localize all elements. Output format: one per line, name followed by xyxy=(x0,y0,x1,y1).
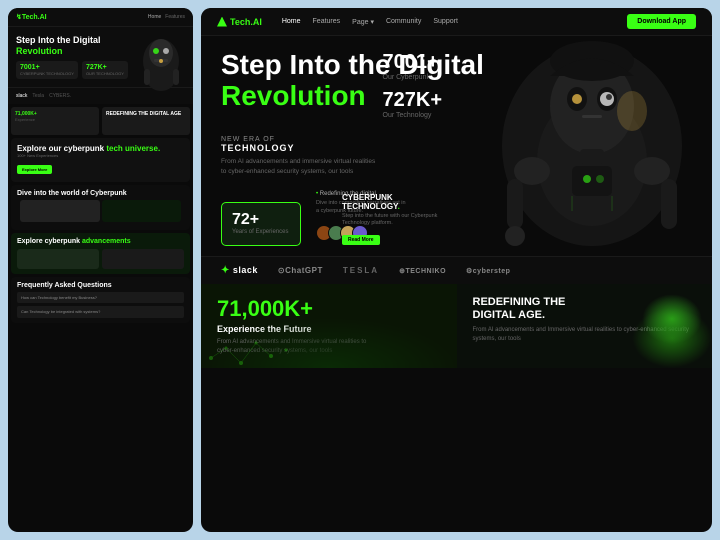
mobile-faq-item-1: How can Technology benefit my Business? xyxy=(17,292,184,304)
desktop-experience-box: 72+ Years of Experiences xyxy=(221,202,301,246)
mobile-card-2: REDEFINING THE DIGITAL AGE xyxy=(102,107,190,135)
desktop-nav-links: Home Features Page ▾ Community Support xyxy=(282,18,607,26)
brand-tesla: TESLA xyxy=(343,266,379,275)
cyberpunk-tech-title: CYBERPUNKTECHNOLOGY. xyxy=(342,193,442,211)
mobile-advancements-title: Explore cyberpunk advancements xyxy=(17,238,184,245)
mobile-dive-section: Dive into the world of Cyberpunk xyxy=(11,185,190,230)
nav-features: Features xyxy=(313,18,341,26)
desktop-cyberpunk-box: CYBERPUNKTECHNOLOGY. Step into the futur… xyxy=(342,193,442,246)
brand-cyberstep: ⚙cyberstep xyxy=(466,267,510,275)
mobile-preview: ↯Tech.AI Home Features Step Into the Dig… xyxy=(8,8,193,532)
mobile-logo: ↯Tech.AI xyxy=(16,13,47,21)
mobile-nav-links: Home Features xyxy=(148,14,185,20)
mobile-robot-illustration xyxy=(134,31,189,96)
desktop-preview: Tech.AI Home Features Page ▾ Community S… xyxy=(201,8,712,532)
desktop-card-future: 71,000K+ Experience the Future From AI a… xyxy=(201,284,457,368)
mobile-explore-section: Explore our cyberpunk tech universe. 100… xyxy=(11,138,190,182)
desktop-card-redefining: REDEFINING THE DIGITAL AGE. From AI adva… xyxy=(457,284,713,368)
nav-support: Support xyxy=(433,18,458,26)
logo-icon xyxy=(217,17,227,27)
mobile-stat-cyberpunk: 7001+ CYBERPUNK TECHNOLOGY xyxy=(16,61,78,79)
mobile-explore-title: Explore our cyberpunk tech universe. xyxy=(17,144,184,153)
mobile-explore-btn[interactable]: Explore More xyxy=(17,165,52,174)
mobile-advancements-section: Explore cyberpunk advancements xyxy=(11,233,190,274)
mobile-nav-home: Home xyxy=(148,14,161,20)
mobile-card-1: 71,000K+ Experience xyxy=(11,107,99,135)
desktop-new-era: NEW ERA OF TECHNOLOGY From AI advancemen… xyxy=(221,136,381,177)
mobile-hero: Step Into the Digital Revolution xyxy=(8,27,193,87)
mobile-nav: ↯Tech.AI Home Features xyxy=(8,8,193,27)
read-more-button[interactable]: Read More xyxy=(342,235,380,245)
brand-techniko: ⊕TECHNIKO xyxy=(399,267,446,275)
nav-home: Home xyxy=(282,18,301,26)
desktop-robot-illustration xyxy=(452,36,692,256)
desktop-hero: Step Into the Digital Revolution 7001+ O… xyxy=(201,36,712,256)
desktop-nav: Tech.AI Home Features Page ▾ Community S… xyxy=(201,8,712,36)
desktop-hero-title: Step Into the Digital Revolution xyxy=(221,50,484,112)
mobile-stat-tech: 727K+ OUR TECHNOLOGY xyxy=(82,61,128,79)
mobile-feature-cards: 71,000K+ Experience REDEFINING THE DIGIT… xyxy=(11,107,190,135)
mobile-faq-section: Frequently Asked Questions How can Techn… xyxy=(11,277,190,323)
desktop-brands-bar: ✦ slack ⊙ChatGPT TESLA ⊕TECHNIKO ⚙cybers… xyxy=(201,256,712,284)
brand-chatgpt: ⊙ChatGPT xyxy=(278,266,323,275)
download-app-button[interactable]: Download App xyxy=(627,14,696,29)
mobile-dive-cards xyxy=(20,200,181,222)
mobile-nav-features: Features xyxy=(165,14,185,20)
nav-community: Community xyxy=(386,18,421,26)
desktop-bottom-cards: 71,000K+ Experience the Future From AI a… xyxy=(201,284,712,368)
brand-slack: ✦ slack xyxy=(221,265,258,276)
desktop-logo: Tech.AI xyxy=(217,17,262,27)
nav-page: Page ▾ xyxy=(352,18,374,26)
mobile-faq-item-2: Can Technology be integrated with system… xyxy=(17,306,184,318)
